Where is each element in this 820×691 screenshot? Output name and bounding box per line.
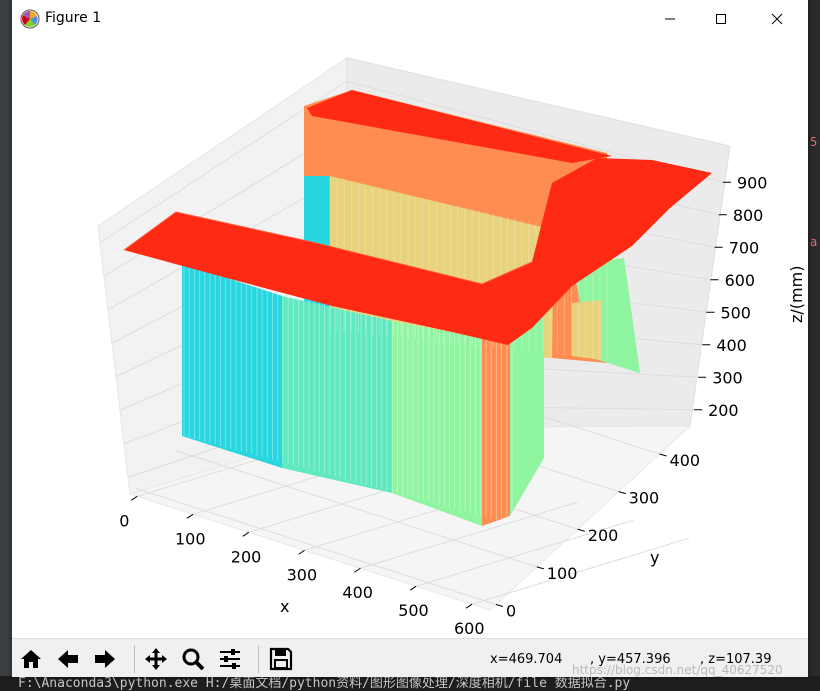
x-tick-mark: [242, 531, 250, 537]
editor-glyph: a: [810, 235, 818, 249]
z-tick-label: 600: [725, 271, 756, 290]
y-tick-label: 300: [629, 489, 660, 508]
y-tick-label: 400: [670, 451, 701, 470]
magnifier-icon: [182, 648, 205, 671]
x-tick-label: 0: [119, 511, 129, 530]
sliders-icon: [220, 649, 240, 669]
matplotlib-logo-icon: [20, 9, 40, 29]
editor-edge: [808, 0, 820, 691]
y-tick-mark: [495, 603, 504, 607]
x-tick-mark: [130, 495, 138, 501]
figure-window: Figure 1 0 100 200 300 400 500 600 0 100…: [12, 0, 808, 677]
console-output-line: F:\Anaconda3\python.exe H:/桌面文档/python资料…: [0, 676, 820, 691]
x-tick-label: 400: [342, 583, 373, 602]
arrow-left-icon: [58, 650, 78, 668]
z-tick-label: 200: [708, 401, 739, 420]
forward-button[interactable]: [90, 644, 120, 674]
navigation-toolbar: x=469.704 , y=457.396 , z=107.39 https:/…: [12, 638, 808, 677]
z-tick-label: 500: [720, 303, 751, 322]
x-tick-mark: [465, 603, 473, 609]
x-tick-label: 500: [398, 601, 429, 620]
configure-subplots-button[interactable]: [215, 644, 245, 674]
toolbar-separator: [258, 645, 259, 673]
arrow-right-icon: [95, 650, 115, 668]
minimize-button[interactable]: [647, 0, 693, 38]
back-button[interactable]: [53, 644, 83, 674]
y-tick-label: 100: [547, 564, 578, 583]
z-axis-label: z/(mm): [787, 266, 806, 323]
y-tick-label: 200: [588, 526, 619, 545]
y-tick-mark: [659, 453, 667, 457]
maximize-icon: [716, 14, 726, 24]
x-tick-label: 300: [287, 565, 318, 584]
window-title: Figure 1: [45, 10, 102, 26]
close-button[interactable]: [754, 0, 800, 38]
z-tick-label: 900: [737, 173, 768, 192]
x-axis-label: x: [280, 597, 289, 616]
move-icon: [145, 648, 167, 670]
pan-button[interactable]: [141, 644, 171, 674]
close-icon: [771, 13, 783, 25]
x-tick-mark: [409, 585, 417, 591]
z-tick-label: 400: [716, 336, 747, 355]
y-tick-mark: [618, 491, 626, 495]
editor-gutter: [0, 0, 12, 691]
x-tick-label: 200: [231, 547, 262, 566]
x-tick-mark: [298, 549, 305, 555]
editor-glyph: 5: [810, 135, 818, 149]
zoom-button[interactable]: [178, 644, 208, 674]
y-tick-mark: [577, 528, 585, 532]
maximize-button[interactable]: [698, 0, 744, 38]
y-axis-label: y: [650, 548, 659, 567]
3d-surface-plot[interactable]: 0 100 200 300 400 500 600 0 100 200 300 400 200 300 40…: [12, 38, 808, 638]
front-wall-orange: [482, 338, 512, 526]
figure-canvas[interactable]: 0 100 200 300 400 500 600 0 100 200 300 400 200 300 40…: [12, 38, 808, 638]
save-button[interactable]: [266, 644, 296, 674]
minimize-icon: [665, 18, 675, 20]
watermark-text: https://blog.csdn.net/qq_40627520: [572, 663, 783, 677]
home-button[interactable]: [16, 644, 46, 674]
x-tick-mark: [186, 513, 194, 519]
toolbar-separator: [134, 645, 135, 673]
z-tick-label: 700: [729, 238, 760, 257]
y-tick-mark: [536, 566, 545, 570]
y-tick-label: 0: [506, 601, 516, 620]
cursor-x-readout: x=469.704: [490, 652, 563, 667]
x-tick-label: 600: [454, 619, 485, 638]
x-tick-mark: [354, 567, 361, 573]
title-bar[interactable]: Figure 1: [12, 0, 808, 38]
home-icon: [21, 650, 41, 668]
z-tick-label: 800: [733, 206, 764, 225]
right-wall-yellow: [572, 300, 602, 360]
x-tick-label: 100: [175, 529, 206, 548]
z-tick-label: 300: [712, 368, 743, 387]
floppy-disk-icon: [269, 647, 293, 671]
front-wall-green: [392, 321, 482, 526]
